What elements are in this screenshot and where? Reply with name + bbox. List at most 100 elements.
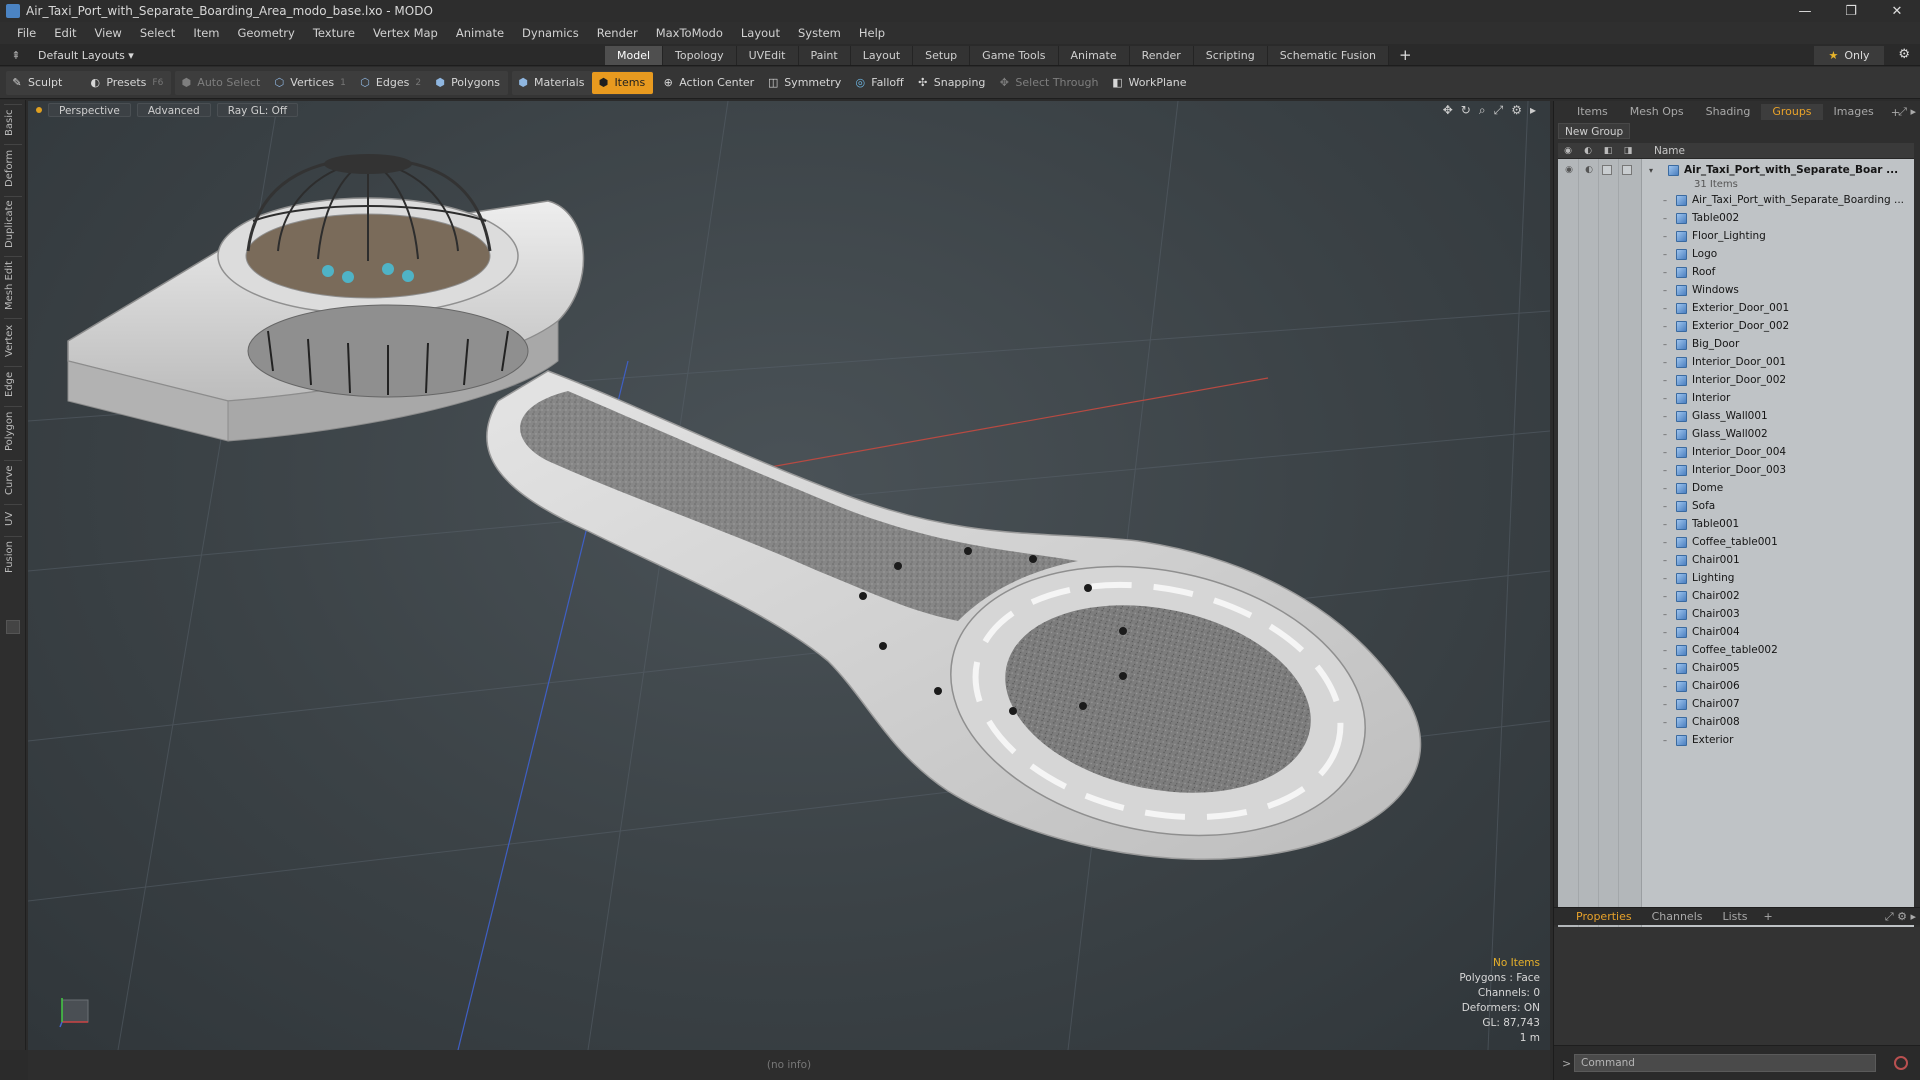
tree-row[interactable]: – Table001 (1558, 515, 1914, 533)
tree-row[interactable]: – Sofa (1558, 497, 1914, 515)
tab-mesh-ops[interactable]: Mesh Ops (1619, 104, 1695, 120)
zoom-icon[interactable]: ⌕ (1479, 103, 1486, 118)
menu-maxtomodo[interactable]: MaxToModo (647, 26, 732, 40)
presets-button[interactable]: ◐ Presets F6 (84, 72, 171, 94)
view-mode-button[interactable]: Perspective (48, 103, 131, 117)
rotate-icon[interactable]: ↻ (1461, 103, 1471, 118)
select-header-icon[interactable]: ◨ (1618, 146, 1638, 156)
tab-game-tools[interactable]: Game Tools (970, 46, 1059, 65)
tree-row[interactable]: – Logo (1558, 245, 1914, 263)
menu-layout[interactable]: Layout (732, 26, 789, 40)
tree-row[interactable]: – Chair002 (1558, 587, 1914, 605)
tree-row[interactable]: – Coffee_table002 (1558, 641, 1914, 659)
tab-items[interactable]: Items (1566, 104, 1619, 120)
only-button[interactable]: ★ Only (1814, 46, 1884, 65)
lock-checkbox[interactable] (1602, 165, 1612, 175)
menu-animate[interactable]: Animate (447, 26, 513, 40)
vtab-polygon[interactable]: Polygon (4, 406, 22, 456)
menu-edit[interactable]: Edit (45, 26, 85, 40)
tree-row[interactable]: – Windows (1558, 281, 1914, 299)
viewport-arrow-icon[interactable]: ▸ (1530, 103, 1536, 118)
minimize-button[interactable]: — (1782, 0, 1828, 22)
auto-select-button[interactable]: ⬢ Auto Select (175, 72, 268, 94)
tab-model[interactable]: Model (605, 46, 664, 65)
gear-icon[interactable]: ⚙ (1898, 47, 1910, 62)
tab-topology[interactable]: Topology (663, 46, 737, 65)
menu-view[interactable]: View (86, 26, 131, 40)
symmetry-button[interactable]: ◫ Symmetry (762, 72, 849, 94)
tab-channels[interactable]: Channels (1642, 909, 1713, 925)
pan-icon[interactable]: ✥ (1443, 103, 1453, 118)
menu-item[interactable]: Item (184, 26, 228, 40)
materials-button[interactable]: ⬢ Materials (512, 72, 592, 94)
tree-row[interactable]: – Interior (1558, 389, 1914, 407)
visibility-eye-icon[interactable]: ◉ (1562, 165, 1576, 175)
vtab-edge[interactable]: Edge (4, 366, 22, 402)
add-tab-button[interactable]: + (1389, 46, 1422, 65)
tree-row[interactable]: – Coffee_table001 (1558, 533, 1914, 551)
vtab-vertex[interactable]: Vertex (4, 318, 22, 362)
tree-row[interactable]: – Chair006 (1558, 677, 1914, 695)
record-macro-icon[interactable] (1894, 1056, 1908, 1070)
tab-paint[interactable]: Paint (798, 46, 851, 65)
tab-lists[interactable]: Lists (1713, 909, 1758, 925)
menu-vertex-map[interactable]: Vertex Map (364, 26, 447, 40)
tab-groups[interactable]: Groups (1761, 104, 1823, 120)
tab-properties[interactable]: Properties (1566, 909, 1642, 925)
tab-render[interactable]: Render (1129, 46, 1194, 65)
tree-row[interactable]: – Air_Taxi_Port_with_Separate_Boarding ..… (1558, 191, 1914, 209)
close-button[interactable]: ✕ (1874, 0, 1920, 22)
menu-render[interactable]: Render (588, 26, 647, 40)
menu-dynamics[interactable]: Dynamics (513, 26, 588, 40)
tab-layout[interactable]: Layout (850, 46, 914, 65)
tree-row[interactable]: – Interior_Door_003 (1558, 461, 1914, 479)
workplane-button[interactable]: ◧ WorkPlane (1106, 72, 1194, 94)
tree-row[interactable]: – Roof (1558, 263, 1914, 281)
tree-row[interactable]: – Chair003 (1558, 605, 1914, 623)
vertices-button[interactable]: ⬡ Vertices 1 (268, 72, 354, 94)
tab-images[interactable]: Images (1823, 104, 1885, 120)
menu-file[interactable]: File (8, 26, 45, 40)
select-through-button[interactable]: ✥ Select Through (993, 72, 1106, 94)
tree-row[interactable]: – Interior_Door_002 (1558, 371, 1914, 389)
render-header-icon[interactable]: ◐ (1578, 146, 1598, 156)
tree-row[interactable]: – Dome (1558, 479, 1914, 497)
viewport-menu-dot[interactable] (36, 107, 42, 113)
edges-button[interactable]: ⬡ Edges 2 (354, 72, 429, 94)
lock-header-icon[interactable]: ◧ (1598, 146, 1618, 156)
visibility-header-icon[interactable]: ◉ (1558, 146, 1578, 156)
vtab-uv[interactable]: UV (4, 504, 22, 532)
tree-row[interactable]: – Table002 (1558, 209, 1914, 227)
vtab-basic[interactable]: Basic (4, 104, 22, 140)
fit-icon[interactable]: ⤢ (1494, 103, 1504, 118)
tab-schematic-fusion[interactable]: Schematic Fusion (1267, 46, 1390, 65)
render-toggle-icon[interactable]: ◐ (1582, 165, 1596, 175)
sculpt-button[interactable]: ✎ Sculpt (6, 72, 70, 94)
tree-row[interactable]: – Big_Door (1558, 335, 1914, 353)
tab-setup[interactable]: Setup (913, 46, 971, 65)
tab-uvedit[interactable]: UVEdit (736, 46, 799, 65)
vtab-curve[interactable]: Curve (4, 460, 22, 500)
expand-icon[interactable]: ⤢ ▸ (1898, 105, 1916, 119)
restore-button[interactable]: ❐ (1828, 0, 1874, 22)
polygons-button[interactable]: ⬢ Polygons (429, 72, 508, 94)
vtab-deform[interactable]: Deform (4, 144, 22, 192)
vtab-mesh-edit[interactable]: Mesh Edit (4, 256, 22, 314)
tab-shading[interactable]: Shading (1695, 104, 1762, 120)
tree-row[interactable]: – Interior_Door_001 (1558, 353, 1914, 371)
tree-row[interactable]: – Floor_Lighting (1558, 227, 1914, 245)
snapping-button[interactable]: ✣ Snapping (912, 72, 994, 94)
command-input[interactable] (1574, 1054, 1876, 1072)
add-properties-tab-button[interactable]: + (1757, 910, 1778, 923)
tab-animate[interactable]: Animate (1058, 46, 1130, 65)
raygl-button[interactable]: Ray GL: Off (216, 103, 299, 117)
tree-row[interactable]: – Interior_Door_004 (1558, 443, 1914, 461)
new-group-button[interactable]: New Group (1558, 123, 1631, 139)
vtab-fusion[interactable]: Fusion (4, 536, 22, 578)
tree-row[interactable]: – Chair008 (1558, 713, 1914, 731)
items-button[interactable]: ⬢ Items (592, 71, 654, 94)
3d-viewport[interactable]: Perspective Advanced Ray GL: Off ✥ ↻ ⌕ ⤢… (28, 101, 1550, 1050)
tree-row[interactable]: – Glass_Wall001 (1558, 407, 1914, 425)
shading-mode-button[interactable]: Advanced (136, 103, 211, 117)
panel-toggle[interactable] (6, 620, 20, 634)
